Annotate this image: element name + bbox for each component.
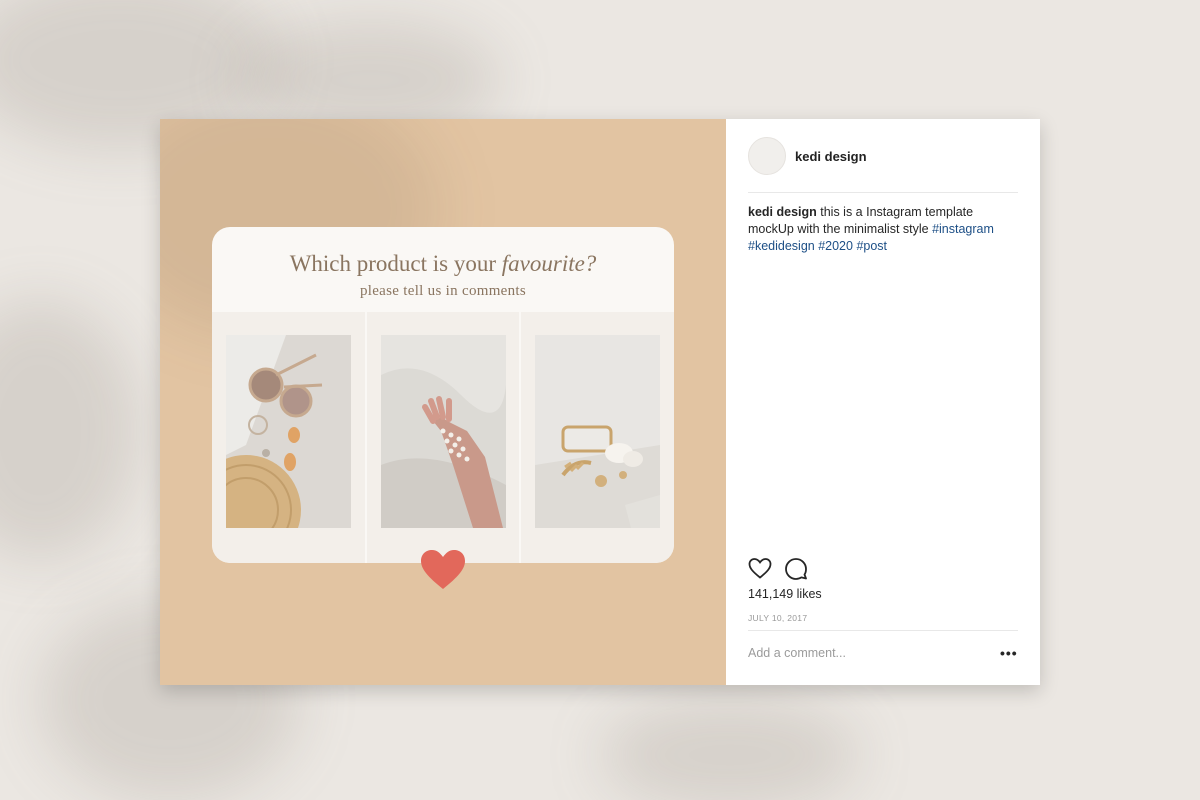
product-cell bbox=[367, 312, 522, 563]
likes-count[interactable]: 141,149 likes bbox=[748, 587, 822, 601]
instagram-post-card: Which product is your favourite? please … bbox=[160, 119, 1040, 685]
action-bar bbox=[748, 557, 808, 581]
caption-username[interactable]: kedi design bbox=[748, 205, 817, 219]
hashtag-link[interactable]: #instagram bbox=[932, 222, 994, 236]
question-title: Which product is your favourite? bbox=[212, 251, 674, 277]
divider bbox=[748, 630, 1018, 631]
avatar[interactable] bbox=[748, 137, 786, 175]
hashtag-link[interactable]: #2020 bbox=[818, 239, 853, 253]
speech-bubble-icon[interactable] bbox=[784, 557, 808, 581]
post-sidebar: kedi design kedi design this is a Instag… bbox=[726, 119, 1040, 685]
post-date: JULY 10, 2017 bbox=[748, 613, 808, 623]
product-cell bbox=[212, 312, 367, 563]
product-photo-hand bbox=[380, 335, 506, 528]
question-card: Which product is your favourite? please … bbox=[212, 227, 674, 563]
question-subtitle: please tell us in comments bbox=[359, 283, 527, 299]
divider bbox=[748, 192, 1018, 193]
product-photo-jewelry bbox=[535, 335, 661, 528]
more-options-button[interactable]: ••• bbox=[1000, 645, 1018, 661]
post-caption: kedi design this is a Instagram template… bbox=[748, 204, 1018, 255]
leaf-shadow bbox=[0, 300, 140, 560]
question-prefix: Which product is your bbox=[289, 251, 502, 276]
profile-header[interactable]: kedi design bbox=[748, 137, 867, 175]
heart-filled-icon bbox=[421, 550, 465, 589]
product-row bbox=[212, 312, 674, 563]
product-photo-sunglasses bbox=[226, 335, 351, 528]
heart-outline-icon[interactable] bbox=[748, 557, 772, 581]
post-image: Which product is your favourite? please … bbox=[160, 119, 726, 685]
product-cell bbox=[521, 312, 674, 563]
profile-username[interactable]: kedi design bbox=[795, 149, 867, 164]
leaf-shadow bbox=[600, 700, 860, 800]
hashtag-link[interactable]: #kedidesign bbox=[748, 239, 815, 253]
comment-input[interactable] bbox=[748, 646, 968, 660]
hashtag-link[interactable]: #post bbox=[856, 239, 887, 253]
question-accent: favourite? bbox=[501, 251, 597, 276]
